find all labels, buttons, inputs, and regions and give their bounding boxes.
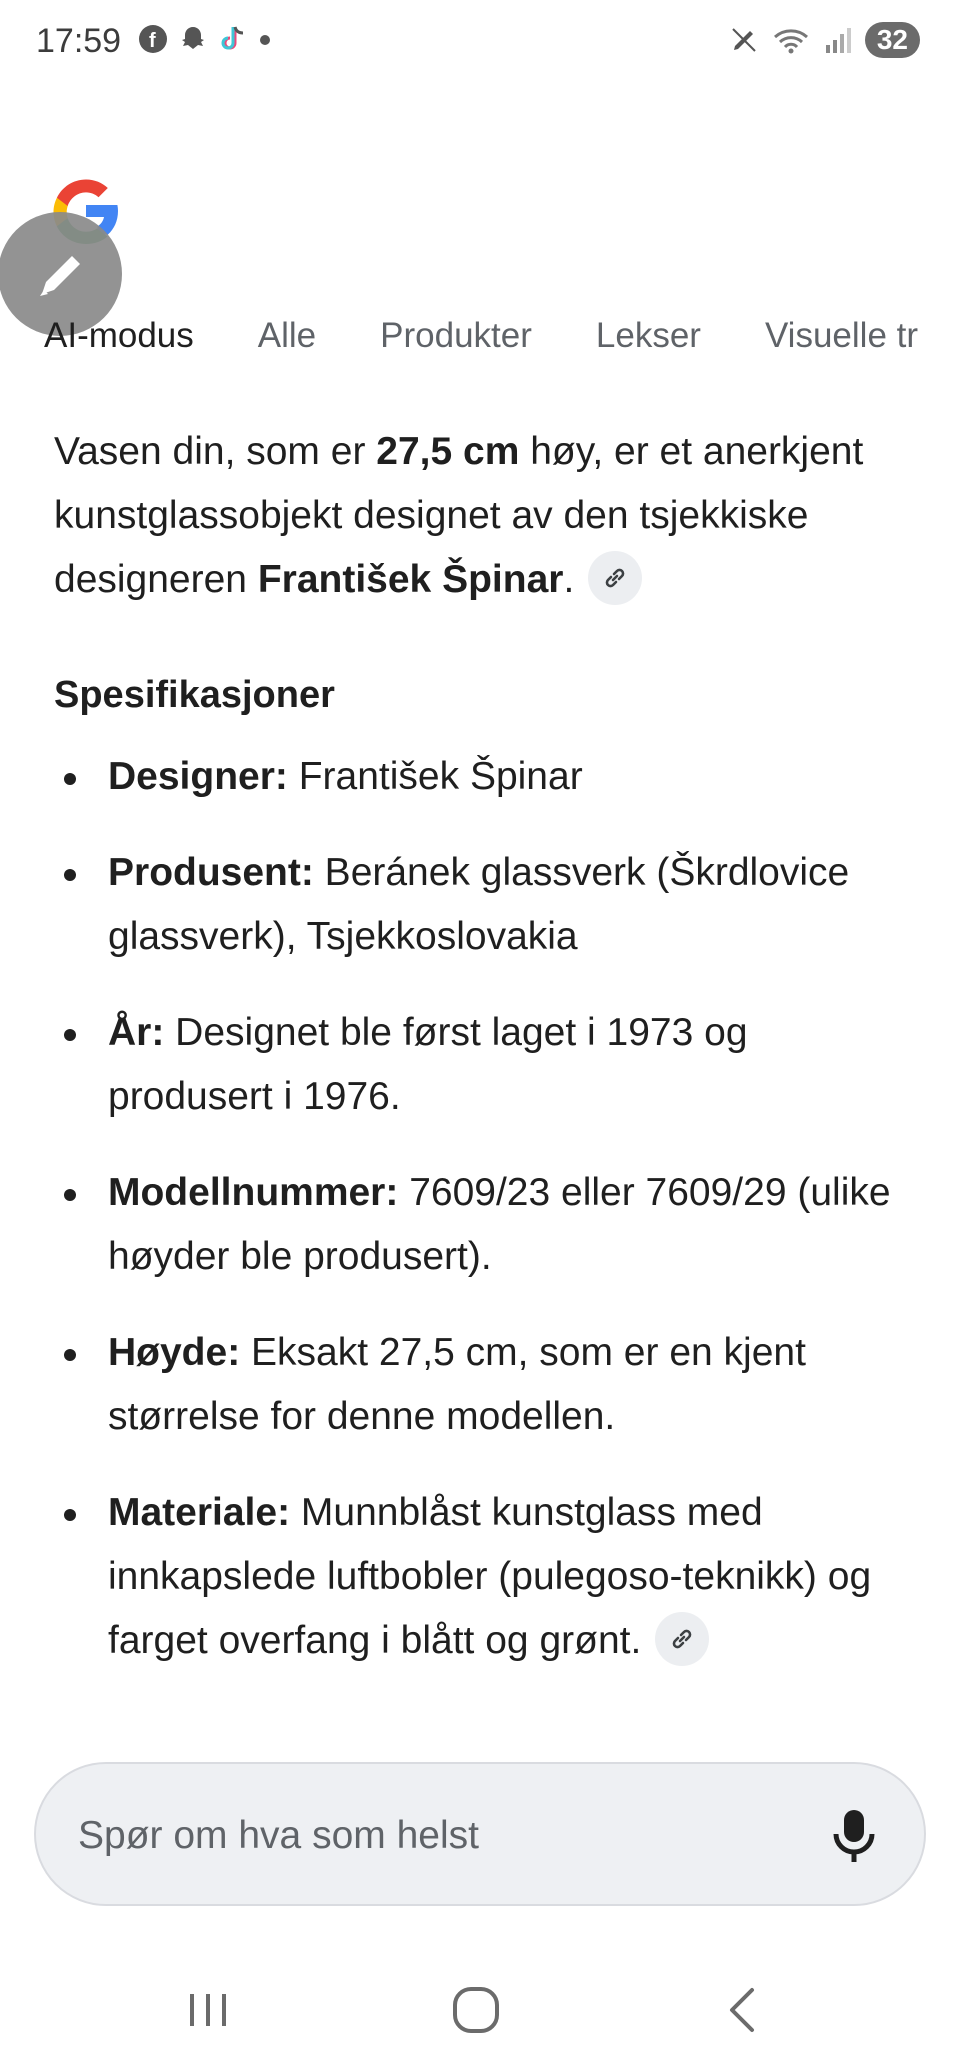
intro-text-1: Vasen din, som er: [54, 430, 377, 473]
source-link-button[interactable]: [588, 550, 643, 605]
link-icon: [673, 1629, 692, 1649]
microphone-icon[interactable]: [826, 1806, 882, 1866]
intro-text-3: .: [563, 558, 575, 601]
intro-height: 27,5 cm: [376, 430, 520, 473]
status-time: 17:59: [36, 22, 122, 60]
tiktok-icon: [221, 26, 244, 50]
dot-icon: [260, 35, 270, 45]
spec-label: Høyde:: [108, 1331, 241, 1374]
recent-apps-icon[interactable]: [178, 1980, 238, 2040]
battery-indicator: 32: [864, 22, 920, 58]
list-item: År: Designet ble først laget i 1973 og p…: [54, 1001, 894, 1129]
search-mode-tabs: AI-modus Alle Produkter Lekser Visuelle …: [44, 316, 960, 356]
list-item: Materiale: Munnblåst kunstglass med innk…: [54, 1481, 894, 1673]
tab-lekser[interactable]: Lekser: [596, 316, 701, 356]
back-icon[interactable]: [714, 1980, 774, 2040]
spec-label: Produsent:: [108, 851, 314, 894]
status-bar: 17:59 f 32: [0, 0, 960, 84]
tab-ai-modus[interactable]: AI-modus: [44, 316, 194, 356]
spec-label: Modellnummer:: [108, 1171, 399, 1214]
ask-input[interactable]: Spør om hva som helst: [34, 1762, 926, 1906]
spec-value: František Špinar: [287, 755, 583, 798]
pen-icon: [40, 256, 80, 296]
list-item: Høyde: Eksakt 27,5 cm, som er en kjent s…: [54, 1321, 894, 1449]
link-icon: [605, 568, 625, 588]
source-link-button[interactable]: [655, 1611, 710, 1666]
section-title: Spesifikasjoner: [54, 674, 335, 716]
intro-paragraph: Vasen din, som er 27,5 cm høy, er et ane…: [54, 420, 894, 612]
signal-icon: [825, 28, 851, 53]
status-app-icons: f: [138, 24, 272, 54]
ai-answer: Vasen din, som er 27,5 cm høy, er et ane…: [54, 420, 894, 1705]
intro-designer: František Špinar: [257, 558, 564, 601]
spec-label: Materiale:: [108, 1491, 291, 1534]
spec-label: Designer:: [108, 755, 288, 798]
tab-alle[interactable]: Alle: [258, 316, 316, 356]
svg-text:f: f: [149, 30, 156, 52]
list-item: Designer: František Špinar: [54, 745, 894, 809]
tab-visuelle[interactable]: Visuelle tr: [765, 316, 918, 356]
wifi-icon: [773, 29, 808, 54]
spec-value: Designet ble først laget i 1973 og produ…: [108, 1011, 748, 1118]
facebook-icon: f: [139, 25, 167, 53]
system-nav-bar: [0, 1960, 960, 2059]
specs-list: Designer: František Špinar Produsent: Be…: [54, 745, 894, 1673]
home-icon[interactable]: [446, 1980, 506, 2040]
snapchat-icon: [182, 27, 204, 49]
list-item: Modellnummer: 7609/23 eller 7609/29 (uli…: [54, 1161, 894, 1289]
silent-edit-icon: [732, 28, 756, 52]
spec-label: År:: [108, 1011, 165, 1054]
list-item: Produsent: Beránek glassverk (Škrdlovice…: [54, 841, 894, 969]
tab-produkter[interactable]: Produkter: [380, 316, 532, 356]
ask-placeholder: Spør om hva som helst: [78, 1814, 479, 1857]
status-right: 32: [729, 22, 920, 58]
